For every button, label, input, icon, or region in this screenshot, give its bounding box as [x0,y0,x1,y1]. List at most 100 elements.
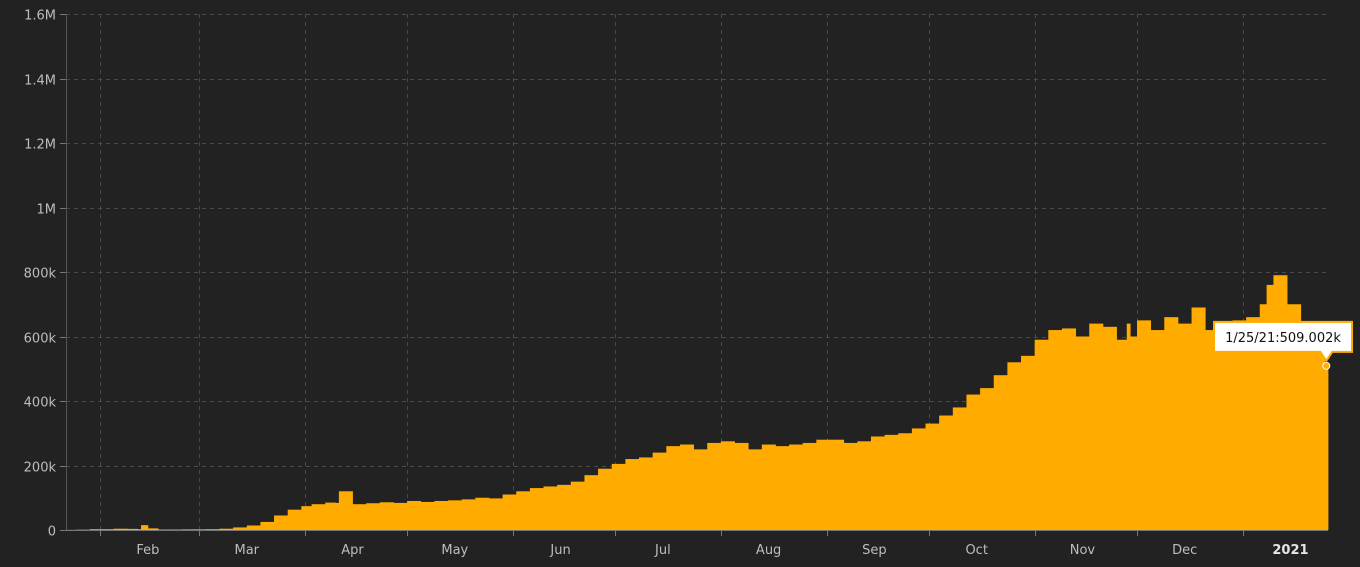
bar [461,499,476,530]
bar [488,498,503,530]
bar [141,525,149,530]
y-tick-label: 400k [24,396,57,411]
bar [652,452,667,530]
bar [679,444,694,530]
bar [448,500,463,530]
bar [570,481,585,530]
bar [925,423,940,530]
bar [1061,328,1076,530]
bar [1191,307,1206,530]
bar [1150,330,1165,530]
bar [775,446,790,530]
bar [89,529,101,530]
bar [748,449,763,530]
bar [407,500,422,530]
bar [502,494,517,530]
bar [543,486,558,530]
bar [205,529,220,530]
bar [639,457,654,530]
bar [857,441,872,530]
bar [1007,362,1022,530]
bar [274,515,289,530]
bar [246,525,261,530]
bar [625,459,640,530]
bar [352,504,367,530]
bar [1136,320,1152,530]
bar [366,503,381,530]
bar [393,502,408,530]
bar [195,529,207,530]
tooltip-label: 1/25/21:509.002k [1225,331,1341,346]
bar [219,528,234,530]
bar [939,415,954,530]
bar [311,504,326,530]
bar [666,446,681,530]
y-tick-label: 600k [24,332,57,347]
bar [1075,336,1090,530]
bar [598,468,613,530]
bar [980,388,995,530]
bar [584,475,599,530]
y-tick-label: 800k [24,267,57,282]
bar [127,528,139,530]
bar [693,449,708,530]
bar [789,444,804,530]
bar [1205,330,1220,530]
bar [147,528,159,530]
bar [1177,323,1192,530]
cases-bar-chart: 0 200k 400k 600k 800k 1M 1.2M 1.4M 1.6M Feb Mar Ap… [0,0,1360,567]
bar [898,433,913,530]
x-tick-label: Nov [1070,543,1096,558]
bar [1324,365,1329,530]
bar [1126,323,1131,530]
bar [1048,330,1063,530]
bar [557,484,572,530]
bar [338,491,353,530]
bar [816,439,831,530]
bar [301,506,312,530]
bar [113,528,128,530]
bar [761,444,776,530]
bar [1300,323,1315,530]
bar [1089,323,1104,530]
x-tick-label: Feb [136,543,159,558]
bar [100,529,115,530]
y-tick-label: 1.6M [24,9,56,24]
bar [1218,349,1233,530]
bar [870,436,885,530]
bar [1034,339,1049,530]
bar [260,521,275,530]
bar [181,529,197,530]
bar [516,491,531,530]
bar [952,407,967,530]
y-tick-label: 1.2M [24,138,56,153]
bar [707,442,722,530]
x-tick-label: Apr [341,543,364,558]
bar [911,428,926,530]
tooltip-marker [1322,361,1331,370]
bar [884,434,899,530]
bar [137,529,142,530]
bar [233,527,248,530]
x-tick-label: Mar [235,543,260,558]
bar [1116,339,1128,530]
bar [611,463,626,530]
x-tick-label: May [441,543,468,558]
bar [993,375,1008,530]
bar [734,442,749,530]
x-tick-label: Oct [965,543,987,558]
bar [1130,336,1138,530]
x-tick-label: Jul [654,543,671,558]
bar [335,502,340,530]
x-tick-label: 2021 [1272,543,1308,558]
bar [1021,355,1036,530]
bar [325,502,336,530]
x-tick-label: Dec [1172,543,1197,558]
bar [802,442,817,530]
bar [475,497,490,530]
bar [1102,326,1117,530]
bar [843,442,858,530]
bar [287,509,302,530]
bar [1164,317,1179,530]
y-tick-label: 0 [48,525,56,540]
